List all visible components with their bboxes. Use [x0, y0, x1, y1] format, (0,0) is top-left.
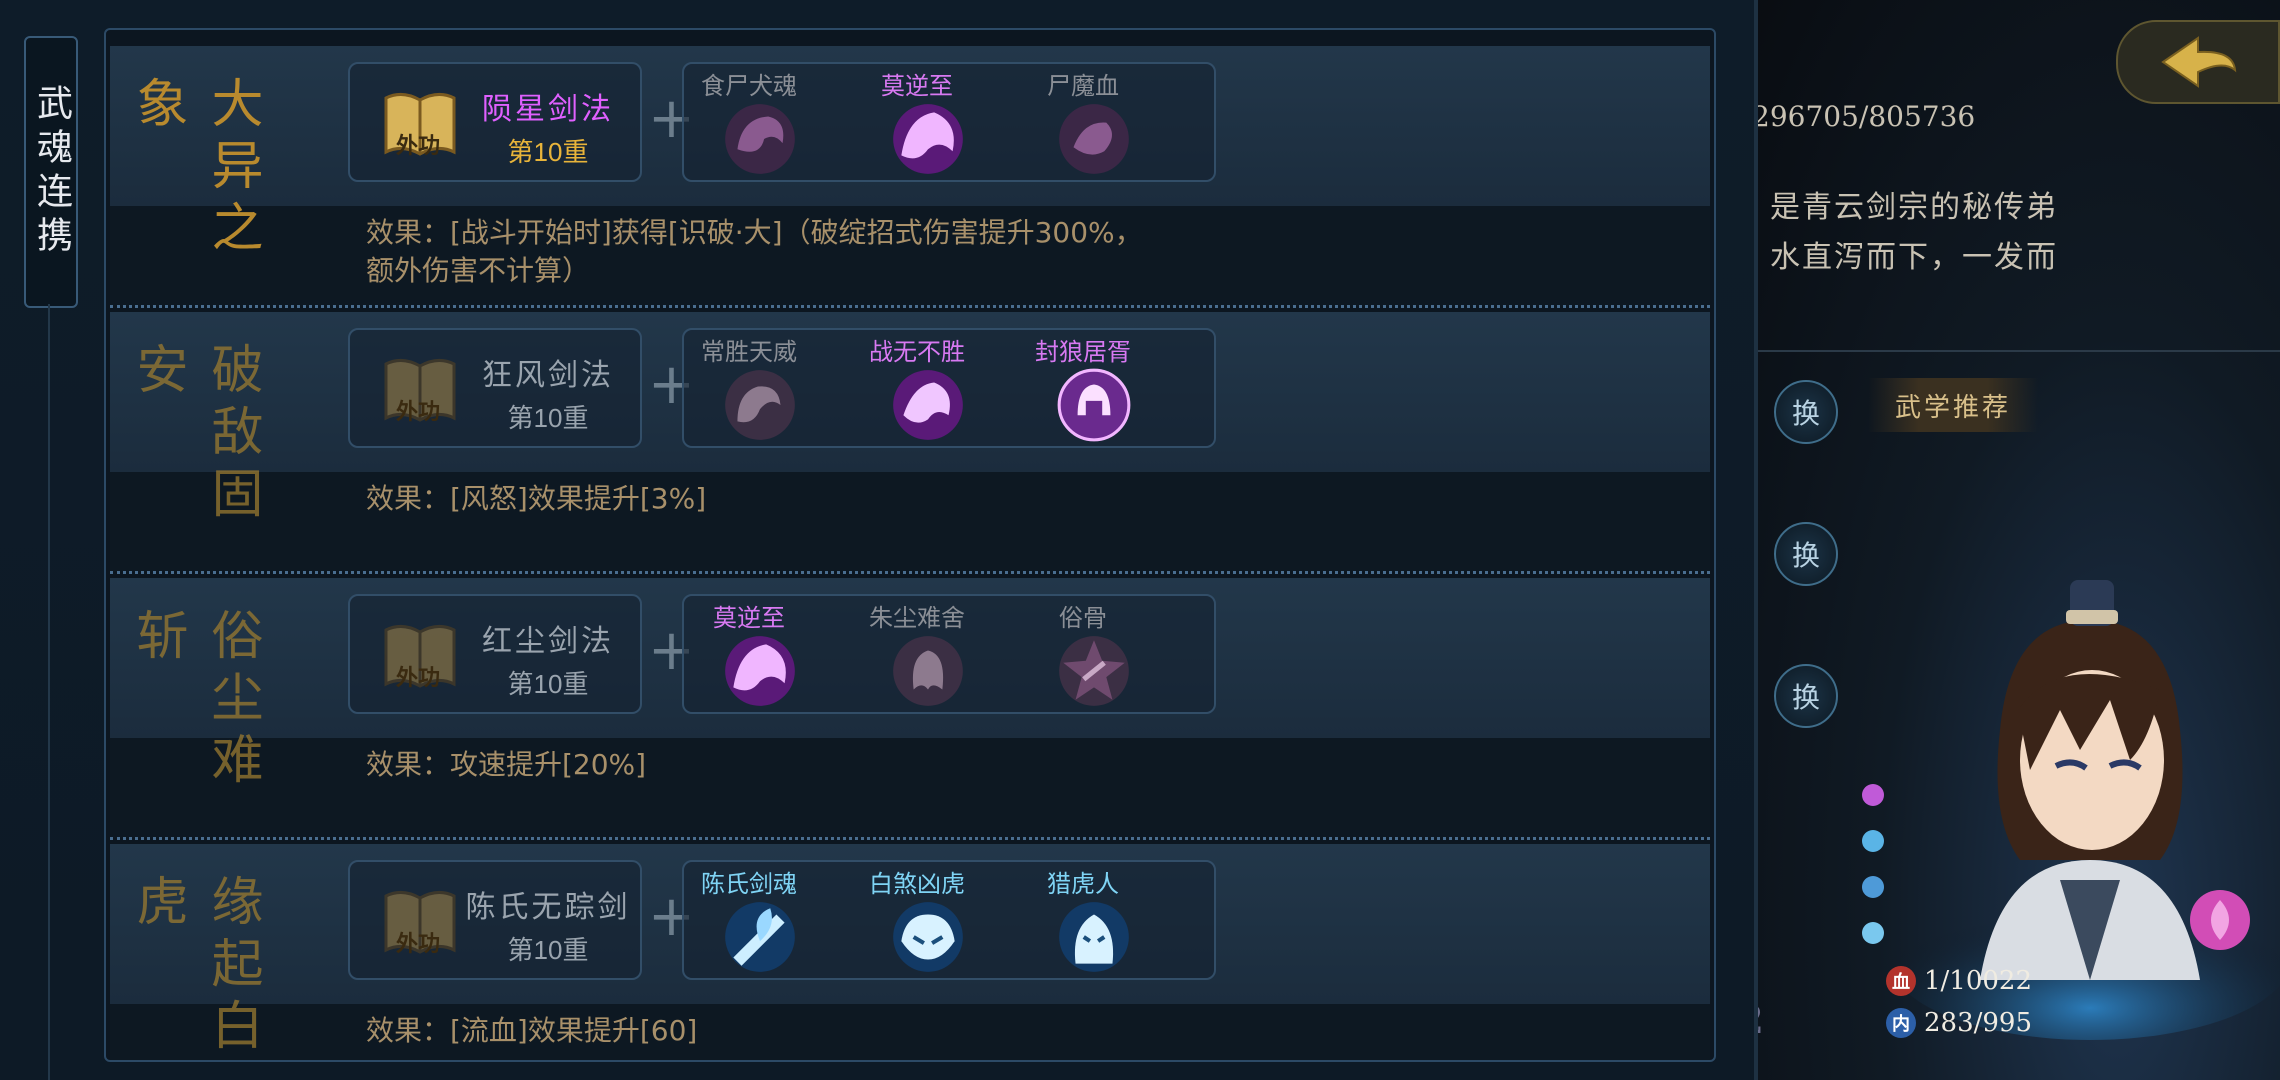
- mp-badge-icon: 内: [1886, 1008, 1916, 1038]
- skill-card[interactable]: 外功 陨星剑法 第10重: [348, 62, 642, 182]
- soul-name: 俗骨: [1059, 604, 1107, 632]
- skill-level: 第10重: [507, 669, 589, 699]
- combo-row: 缘起白虎 外功 陈氏无踪剑 第10重 + 陈氏剑魂 白煞凶虎 猎虎人 效果：[流…: [110, 844, 1710, 1060]
- martial-recommend-button[interactable]: 武学推荐: [1868, 378, 2038, 432]
- combo-list[interactable]: 大异之象 外功 陨星剑法 第10重 + 食尸犬魂 莫逆至 尸魔血 效果：[战斗开…: [104, 28, 1716, 1062]
- buff-icon: [1862, 784, 1884, 806]
- row-divider: [110, 571, 1710, 574]
- combo-effect: 效果：[战斗开始时]获得[识破·大]（破绽招式伤害提升300%，额外伤害不计算）: [366, 216, 1143, 287]
- soul-slot[interactable]: 莫逆至: [684, 596, 814, 716]
- combo-name: 俗尘难斩: [127, 608, 262, 794]
- row-divider: [110, 305, 1710, 308]
- axe-sword-icon: [725, 902, 795, 972]
- soul-name: 朱尘难舍: [869, 604, 965, 632]
- soul-name: 莫逆至: [881, 72, 953, 100]
- soul-name: 陈氏剑魂: [701, 870, 797, 898]
- combo-effect: 效果：攻速提升[20%]: [366, 748, 647, 781]
- soul-slot[interactable]: 陈氏剑魂: [684, 862, 814, 982]
- tiger-icon: [893, 902, 963, 972]
- back-arrow-icon: [2161, 36, 2237, 88]
- description-line: 是青云剑宗的秘传弟: [1770, 190, 2058, 225]
- combo-row: 大异之象 外功 陨星剑法 第10重 + 食尸犬魂 莫逆至 尸魔血 效果：[战斗开…: [110, 46, 1710, 308]
- combo-row: 破敌固安 外功 狂风剑法 第10重 + 常胜天威 战无不胜 封狼居胥 效果：[风…: [110, 312, 1710, 574]
- skill-card[interactable]: 外功 陈氏无踪剑 第10重: [348, 860, 642, 980]
- bone-spirit-icon: [1059, 636, 1129, 706]
- skill-level: 第10重: [507, 935, 589, 965]
- dragon-soul-icon: [725, 370, 795, 440]
- soul-slot[interactable]: 封狼居胥: [1018, 330, 1148, 450]
- soul-name: 常胜天威: [701, 338, 797, 366]
- dog-soul-icon: [725, 104, 795, 174]
- row-divider: [110, 837, 1710, 840]
- skill-name: 红尘剑法: [482, 624, 614, 659]
- side-divider: [48, 304, 50, 1080]
- skill-name: 陈氏无踪剑: [465, 890, 631, 925]
- soul-name: 白煞凶虎: [869, 870, 965, 898]
- blood-spirit-icon: [1059, 104, 1129, 174]
- soul-name: 战无不胜: [869, 338, 965, 366]
- hp-stat: 血 1/10022: [1886, 966, 2032, 996]
- combo-effect: 效果：[流血]效果提升[60]: [366, 1014, 698, 1047]
- soul-slot[interactable]: 白煞凶虎: [852, 862, 982, 982]
- skill-type-label: 外功: [396, 399, 441, 425]
- beast-spirit-icon: [893, 370, 963, 440]
- combo-row: 俗尘难斩 外功 红尘剑法 第10重 + 莫逆至 朱尘难舍 俗骨 效果：攻速提升[…: [110, 578, 1710, 840]
- skill-type-label: 外功: [396, 133, 441, 159]
- soul-name: 封狼居胥: [1035, 338, 1131, 366]
- skill-card[interactable]: 外功 红尘剑法 第10重: [348, 594, 642, 714]
- soul-group: 莫逆至 朱尘难舍 俗骨: [682, 594, 1216, 714]
- helmet-spirit-icon: [1057, 368, 1131, 442]
- back-button[interactable]: [2116, 20, 2280, 104]
- soul-slot[interactable]: 战无不胜: [852, 330, 982, 450]
- skill-level: 第10重: [507, 403, 589, 433]
- soul-name: 猎虎人: [1047, 870, 1119, 898]
- buff-icon: [1862, 876, 1884, 898]
- combo-name: 破敌固安: [127, 342, 262, 528]
- tab-label: 武魂连携: [31, 84, 72, 260]
- soul-slot[interactable]: 猎虎人: [1018, 862, 1148, 982]
- mp-value: 283/995: [1924, 1008, 2033, 1038]
- skill-card[interactable]: 外功 狂风剑法 第10重: [348, 328, 642, 448]
- swap-button[interactable]: 换: [1774, 664, 1838, 728]
- soul-slot[interactable]: 俗骨: [1018, 596, 1148, 716]
- woman-spirit-icon: [893, 636, 963, 706]
- divider: [1740, 350, 2280, 352]
- description-line: 水直泻而下，一发而: [1770, 240, 2058, 275]
- soul-slot[interactable]: 朱尘难舍: [852, 596, 982, 716]
- mp-stat: 内 283/995: [1886, 1008, 2032, 1038]
- combo-effect: 效果：[风怒]效果提升[3%]: [366, 482, 707, 515]
- soul-slot[interactable]: 常胜天威: [684, 330, 814, 450]
- soul-slot[interactable]: 食尸犬魂: [684, 64, 814, 184]
- wolf-spirit-icon: [893, 104, 963, 174]
- swap-button[interactable]: 换: [1774, 522, 1838, 586]
- skill-name: 陨星剑法: [482, 92, 614, 127]
- soul-combo-panel: 武魂连携 大异之象 外功 陨星剑法 第10重 + 食尸犬魂 莫逆至 尸魔血 效果…: [0, 0, 1758, 1080]
- combo-name: 缘起白虎: [127, 874, 262, 1060]
- soul-group: 陈氏剑魂 白煞凶虎 猎虎人: [682, 860, 1216, 980]
- soul-name: 莫逆至: [713, 604, 785, 632]
- skill-level: 第10重: [507, 137, 589, 167]
- wolf-spirit-icon: [725, 636, 795, 706]
- soul-slot[interactable]: 尸魔血: [1018, 64, 1148, 184]
- exp-progress-text: 296705/805736: [1752, 100, 1976, 133]
- swap-button[interactable]: 换: [1774, 380, 1838, 444]
- hp-value: 1/10022: [1924, 966, 2033, 996]
- soul-name: 尸魔血: [1047, 72, 1119, 100]
- tab-soul-combo[interactable]: 武魂连携: [24, 36, 78, 308]
- hunter-icon: [1059, 902, 1129, 972]
- skill-name: 狂风剑法: [482, 358, 614, 393]
- buff-icon: [1862, 922, 1884, 944]
- soul-slot[interactable]: 莫逆至: [852, 64, 982, 184]
- soul-group: 常胜天威 战无不胜 封狼居胥: [682, 328, 1216, 448]
- soul-group: 食尸犬魂 莫逆至 尸魔血: [682, 62, 1216, 182]
- skill-type-label: 外功: [396, 665, 441, 691]
- combo-name: 大异之象: [127, 76, 262, 262]
- buff-icon: [1862, 830, 1884, 852]
- hp-badge-icon: 血: [1886, 966, 1916, 996]
- skill-type-label: 外功: [396, 931, 441, 957]
- soul-name: 食尸犬魂: [701, 72, 797, 100]
